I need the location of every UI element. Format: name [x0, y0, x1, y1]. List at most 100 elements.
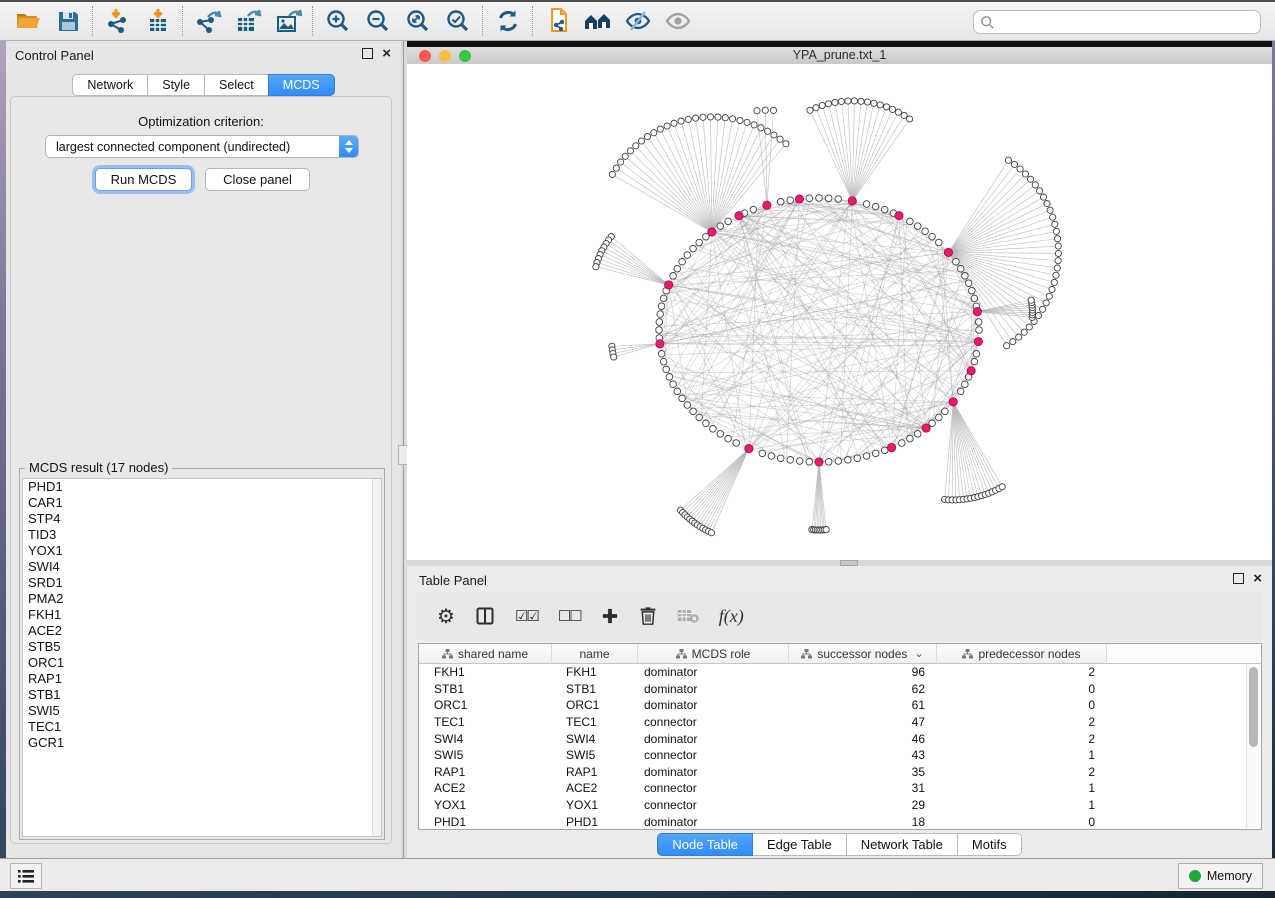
show-columns-icon[interactable] — [475, 606, 495, 626]
network-node[interactable] — [684, 252, 691, 259]
network-node[interactable] — [1040, 306, 1046, 312]
network-node[interactable] — [845, 457, 852, 464]
tab-network-table[interactable]: Network Table — [846, 833, 958, 856]
network-node[interactable] — [806, 459, 813, 466]
mcds-node[interactable] — [665, 281, 673, 289]
network-node[interactable] — [1055, 250, 1061, 256]
table-cell[interactable]: dominator — [638, 765, 789, 779]
network-node[interactable] — [722, 115, 728, 121]
show-all-hidden-button[interactable] — [658, 4, 698, 38]
mcds-result-item[interactable]: PMA2 — [23, 591, 381, 607]
network-node[interactable] — [877, 102, 883, 108]
mcds-result-item[interactable]: FKH1 — [23, 607, 381, 623]
table-cell[interactable]: TEC1 — [419, 715, 552, 729]
mcds-result-item[interactable]: STB5 — [23, 639, 381, 655]
network-node[interactable] — [656, 327, 663, 334]
network-node[interactable] — [825, 459, 832, 466]
network-node[interactable] — [656, 319, 663, 326]
network-node[interactable] — [907, 116, 913, 122]
mcds-result-item[interactable]: STP4 — [23, 511, 381, 527]
network-node[interactable] — [883, 104, 889, 110]
list-scrollbar[interactable] — [372, 479, 381, 836]
network-node[interactable] — [768, 453, 775, 460]
network-node[interactable] — [703, 420, 710, 427]
tab-edge-table[interactable]: Edge Table — [752, 833, 847, 856]
network-node[interactable] — [685, 116, 691, 122]
zoom-fit-button[interactable] — [398, 4, 438, 38]
network-node[interactable] — [1028, 297, 1034, 303]
network-node[interactable] — [1043, 300, 1049, 306]
network-node[interactable] — [942, 408, 949, 415]
optimization-criterion-select[interactable]: largest connected component (undirected) — [45, 135, 359, 158]
network-node[interactable] — [1053, 272, 1059, 278]
network-node[interactable] — [693, 115, 699, 121]
network-node[interactable] — [962, 381, 969, 388]
mcds-node[interactable] — [973, 308, 981, 316]
mcds-node[interactable] — [815, 458, 823, 466]
mcds-result-item[interactable]: ACE2 — [23, 623, 381, 639]
open-file-button[interactable] — [8, 4, 48, 38]
network-node[interactable] — [771, 132, 777, 138]
network-node[interactable] — [744, 119, 750, 125]
network-node[interactable] — [658, 303, 665, 310]
network-node[interactable] — [976, 327, 983, 334]
network-node[interactable] — [825, 101, 831, 107]
network-node[interactable] — [715, 114, 721, 120]
mcds-result-item[interactable]: SRD1 — [23, 575, 381, 591]
network-node[interactable] — [835, 458, 842, 465]
network-node[interactable] — [690, 408, 697, 415]
mcds-result-item[interactable]: GCR1 — [23, 735, 381, 751]
network-node[interactable] — [901, 112, 907, 118]
table-cell[interactable]: 1 — [937, 781, 1107, 795]
network-node[interactable] — [1047, 207, 1053, 213]
network-node[interactable] — [1044, 201, 1050, 207]
network-node[interactable] — [1049, 286, 1055, 292]
network-node[interactable] — [609, 171, 615, 177]
network-node[interactable] — [1040, 194, 1046, 200]
network-node[interactable] — [733, 440, 740, 447]
column-header-predecessor-nodes[interactable]: predecessor nodes — [937, 644, 1107, 664]
network-node[interactable] — [651, 130, 657, 136]
network-node[interactable] — [1016, 334, 1022, 340]
table-cell[interactable]: STB1 — [552, 682, 638, 696]
network-canvas[interactable] — [407, 64, 1272, 560]
table-cell[interactable]: connector — [638, 781, 789, 795]
network-node[interactable] — [611, 354, 617, 360]
zoom-in-button[interactable] — [318, 4, 358, 38]
network-node[interactable] — [674, 265, 681, 272]
network-node[interactable] — [863, 453, 870, 460]
network-node[interactable] — [895, 109, 901, 115]
column-header-shared-name[interactable]: shared name — [419, 644, 552, 664]
network-node[interactable] — [644, 134, 650, 140]
table-cell[interactable]: connector — [638, 715, 789, 729]
float-panel-icon[interactable] — [362, 48, 373, 59]
network-node[interactable] — [622, 153, 628, 159]
network-node[interactable] — [819, 102, 825, 108]
table-mode-gear-icon[interactable]: ⚙ — [437, 604, 455, 629]
network-node[interactable] — [813, 105, 819, 111]
network-node[interactable] — [707, 114, 713, 120]
table-cell[interactable]: 2 — [937, 732, 1107, 746]
network-node[interactable] — [690, 245, 697, 252]
network-node[interactable] — [1052, 221, 1058, 227]
table-row[interactable]: SWI4SWI4dominator462 — [419, 730, 1247, 747]
network-node[interactable] — [863, 201, 870, 208]
network-node[interactable] — [899, 440, 906, 447]
save-session-button[interactable] — [48, 4, 88, 38]
table-cell[interactable]: SWI4 — [419, 732, 552, 746]
network-node[interactable] — [858, 98, 864, 104]
export-network-button[interactable] — [188, 4, 228, 38]
mcds-result-item[interactable]: PHD1 — [23, 479, 381, 495]
network-node[interactable] — [750, 206, 757, 213]
table-cell[interactable]: 18 — [789, 815, 937, 829]
select-all-rows-icon[interactable]: ☑☑ — [515, 607, 538, 625]
mcds-node[interactable] — [944, 248, 952, 256]
mcds-result-item[interactable]: ORC1 — [23, 655, 381, 671]
table-cell[interactable]: 61 — [789, 698, 937, 712]
network-node[interactable] — [1055, 236, 1061, 242]
mcds-result-item[interactable]: SWI5 — [23, 703, 381, 719]
network-node[interactable] — [1011, 161, 1017, 167]
tab-mcds[interactable]: MCDS — [268, 74, 335, 96]
network-node[interactable] — [657, 311, 664, 318]
table-cell[interactable]: 35 — [789, 765, 937, 779]
